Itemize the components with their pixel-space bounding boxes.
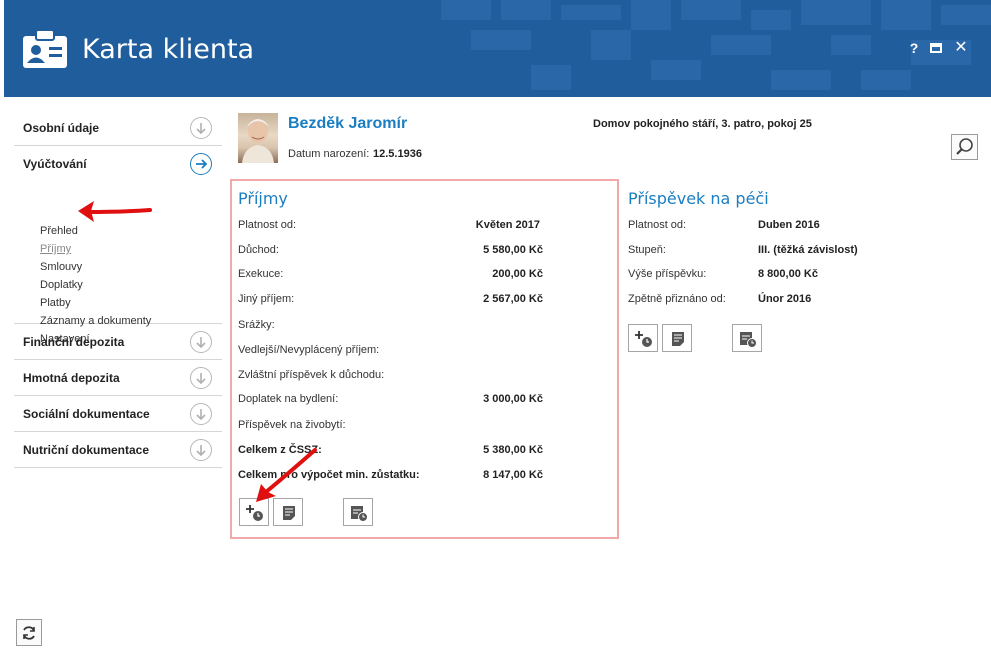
- add-history-icon: [635, 331, 652, 347]
- prispevek-title: Příspěvek na péči: [628, 189, 769, 208]
- id-card-icon: [23, 29, 67, 68]
- prijmy-label: Doplatek na bydlení:: [238, 393, 339, 405]
- calendar-history-icon: [740, 332, 757, 348]
- nav-label: Finanční depozita: [23, 335, 125, 349]
- prispevek-value: 8 800,00 Kč: [758, 268, 818, 280]
- nav-label[interactable]: Vyúčtování: [23, 157, 87, 171]
- nav-section-vyuctovani: Vyúčtování Přehled Příjmy Smlouvy Doplat…: [14, 146, 222, 345]
- prijmy-label: Důchod:: [238, 244, 279, 256]
- nav-section-hmotna-depozita[interactable]: Hmotná depozita: [14, 360, 222, 396]
- prijmy-value: 5 580,00 Kč: [483, 244, 543, 256]
- arrow-down-circle-icon[interactable]: [190, 117, 212, 139]
- nav-section-nutricni-dokumentace[interactable]: Nutriční dokumentace: [14, 432, 222, 468]
- sub-item-smlouvy[interactable]: Smlouvy: [40, 258, 151, 276]
- client-location: Domov pokojného stáří, 3. patro, pokoj 2…: [593, 118, 812, 130]
- add-history-button[interactable]: [628, 324, 658, 352]
- prijmy-total-value: 5 380,00 Kč: [483, 444, 543, 456]
- prijmy-value: Květen 2017: [475, 219, 540, 231]
- window-title: Karta klienta: [82, 34, 255, 65]
- prijmy-value: 3 000,00 Kč: [483, 393, 543, 405]
- calendar-history-button[interactable]: [343, 498, 373, 526]
- arrow-down-circle-icon[interactable]: [190, 331, 212, 353]
- prispevek-value: Duben 2016: [758, 219, 820, 231]
- sub-item-platby[interactable]: Platby: [40, 294, 151, 312]
- prijmy-label: Platnost od:: [238, 219, 297, 231]
- nav-section-osobni-udaje[interactable]: Osobní údaje: [14, 110, 222, 146]
- sidebar: Osobní údaje Vyúčtování Přehled Příjmy S…: [14, 110, 222, 468]
- prijmy-value: 2 567,00 Kč: [483, 293, 543, 305]
- nav-section-socialni-dokumentace[interactable]: Sociální dokumentace: [14, 396, 222, 432]
- note-icon: [283, 506, 295, 520]
- prispevek-label: Zpětně přiznáno od:: [628, 293, 726, 305]
- prispevek-label: Výše příspěvku:: [628, 268, 707, 280]
- dob-label: Datum narození:: [288, 148, 370, 160]
- prispevek-label: Stupeň:: [628, 244, 666, 256]
- prispevek-value: III. (těžká závislost): [758, 244, 858, 256]
- maximize-button[interactable]: [930, 43, 942, 53]
- client-name: Bezděk Jaromír: [288, 115, 408, 132]
- prijmy-label: Příspěvek na živobytí:: [238, 419, 346, 431]
- prijmy-label: Jiný příjem:: [238, 293, 295, 305]
- client-photo: [238, 113, 278, 163]
- nav-label: Nutriční dokumentace: [23, 443, 150, 457]
- prijmy-label: Exekuce:: [238, 268, 284, 280]
- window-header: Karta klienta ? ✕: [4, 0, 991, 97]
- arrow-right-circle-icon[interactable]: [190, 153, 212, 175]
- arrow-down-circle-icon[interactable]: [190, 439, 212, 461]
- help-button[interactable]: ?: [907, 41, 921, 55]
- nav-label: Osobní údaje: [23, 121, 100, 135]
- search-icon: [956, 138, 973, 155]
- calendar-history-button[interactable]: [732, 324, 762, 352]
- arrow-down-circle-icon[interactable]: [190, 403, 212, 425]
- sub-item-doplatky[interactable]: Doplatky: [40, 276, 151, 294]
- dob-value: 12.5.1936: [373, 148, 422, 160]
- sub-item-prijmy[interactable]: Příjmy: [40, 240, 151, 258]
- prispevek-label: Platnost od:: [628, 219, 687, 231]
- note-icon: [672, 332, 684, 346]
- prijmy-title: Příjmy: [238, 189, 288, 208]
- note-button[interactable]: [662, 324, 692, 352]
- calendar-history-icon: [351, 506, 368, 522]
- annotation-arrow-add: [256, 448, 317, 502]
- prijmy-label: Srážky:: [238, 319, 275, 331]
- nav-section-financni-depozita[interactable]: Finanční depozita: [14, 324, 222, 360]
- prijmy-total-value: 8 147,00 Kč: [483, 469, 543, 481]
- prijmy-label: Vedlejší/Nevyplácený příjem:: [238, 344, 380, 356]
- arrow-down-circle-icon[interactable]: [190, 367, 212, 389]
- nav-label: Hmotná depozita: [23, 371, 120, 385]
- annotation-arrow-sidebar: [78, 201, 152, 222]
- add-history-icon: [246, 505, 263, 521]
- prispevek-value: Únor 2016: [758, 293, 812, 305]
- prijmy-label: Zvláštní příspěvek k důchodu:: [238, 369, 385, 381]
- close-button[interactable]: ✕: [954, 40, 968, 56]
- prijmy-value: 200,00 Kč: [492, 268, 543, 280]
- refresh-button[interactable]: [16, 619, 42, 646]
- refresh-icon: [23, 626, 35, 640]
- nav-label: Sociální dokumentace: [23, 407, 150, 421]
- search-button[interactable]: [951, 134, 978, 160]
